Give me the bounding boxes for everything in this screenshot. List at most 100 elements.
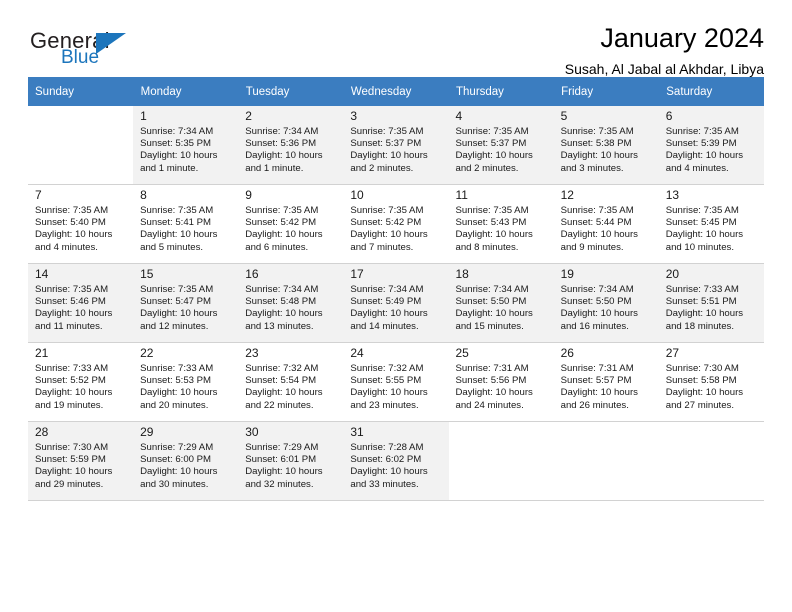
calendar-day-cell[interactable]: 21 Sunrise: 7:33 AM Sunset: 5:52 PM Dayligh… — [28, 342, 134, 422]
daylight-text-line2: and 4 minutes. — [35, 241, 98, 253]
calendar-day-cell[interactable]: 18 Sunrise: 7:34 AM Sunset: 5:50 PM Dayligh… — [448, 263, 554, 343]
calendar-day-cell[interactable]: 13 Sunrise: 7:35 AM Sunset: 5:45 PM Dayligh… — [658, 184, 764, 264]
daylight-text-line1: Daylight: 10 hours — [140, 308, 218, 320]
calendar-week-row: 21 Sunrise: 7:33 AM Sunset: 5:52 PM Dayligh… — [28, 342, 764, 422]
sunset-text: Sunset: 5:55 PM — [350, 375, 422, 387]
day-number: 20 — [665, 267, 680, 281]
calendar-day-cell[interactable]: 30 Sunrise: 7:29 AM Sunset: 6:01 PM Dayligh… — [238, 421, 344, 501]
calendar-day-cell[interactable]: 6 Sunrise: 7:35 AM Sunset: 5:39 PM Daylight… — [658, 106, 764, 185]
calendar-day-cell[interactable]: 11 Sunrise: 7:35 AM Sunset: 5:43 PM Dayligh… — [448, 184, 554, 264]
day-cell-content: 25 Sunrise: 7:31 AM Sunset: 5:56 PM Dayligh… — [449, 343, 554, 421]
calendar-day-cell[interactable]: 7 Sunrise: 7:35 AM Sunset: 5:40 PM Daylight… — [28, 184, 134, 264]
sunset-text: Sunset: 5:45 PM — [665, 217, 737, 229]
day-number: 30 — [245, 425, 259, 439]
calendar-day-cell[interactable]: 15 Sunrise: 7:35 AM Sunset: 5:47 PM Dayligh… — [133, 263, 239, 343]
day-sun-info: Sunrise: 7:30 AM Sunset: 5:59 PM Daylight:… — [35, 442, 129, 491]
daylight-text-line1: Daylight: 10 hours — [560, 387, 638, 399]
day-cell-content: 6 Sunrise: 7:35 AM Sunset: 5:39 PM Daylight… — [659, 106, 764, 184]
calendar-day-cell[interactable]: 17 Sunrise: 7:34 AM Sunset: 5:49 PM Dayligh… — [343, 263, 449, 343]
calendar-day-cell[interactable]: 28 Sunrise: 7:30 AM Sunset: 5:59 PM Dayligh… — [28, 421, 134, 501]
day-sun-info: Sunrise: 7:35 AM Sunset: 5:42 PM Daylight:… — [245, 205, 339, 254]
daylight-text-line2: and 14 minutes. — [350, 320, 419, 332]
day-sun-info: Sunrise: 7:34 AM Sunset: 5:49 PM Daylight:… — [350, 284, 444, 333]
calendar-day-cell[interactable]: 3 Sunrise: 7:35 AM Sunset: 5:37 PM Daylight… — [343, 106, 449, 185]
calendar-day-cell[interactable]: 5 Sunrise: 7:35 AM Sunset: 5:38 PM Daylight… — [553, 106, 659, 185]
calendar-day-cell[interactable]: 9 Sunrise: 7:35 AM Sunset: 5:42 PM Daylight… — [238, 184, 344, 264]
sunset-text: Sunset: 6:02 PM — [350, 454, 422, 466]
day-cell-content: 18 Sunrise: 7:34 AM Sunset: 5:50 PM Dayligh… — [449, 264, 554, 342]
calendar-day-cell[interactable]: 20 Sunrise: 7:33 AM Sunset: 5:51 PM Dayligh… — [658, 263, 764, 343]
day-cell-content: 9 Sunrise: 7:35 AM Sunset: 5:42 PM Daylight… — [238, 185, 343, 263]
sunset-text: Sunset: 5:49 PM — [350, 296, 422, 308]
day-cell-content: 15 Sunrise: 7:35 AM Sunset: 5:47 PM Dayligh… — [133, 264, 238, 342]
daylight-text-line2: and 5 minutes. — [140, 241, 204, 253]
sunset-text: Sunset: 5:40 PM — [35, 217, 106, 229]
daylight-text-line1: Daylight: 10 hours — [350, 387, 428, 399]
sunrise-text: Sunrise: 7:34 AM — [245, 284, 319, 295]
sunrise-text: Sunrise: 7:33 AM — [35, 363, 109, 374]
sunrise-text: Sunrise: 7:30 AM — [665, 363, 739, 374]
sunrise-text: Sunrise: 7:35 AM — [455, 126, 529, 137]
sunrise-sunset-calendar: Sunday Monday Tuesday Wednesday Thursday… — [28, 77, 765, 501]
calendar-day-cell[interactable]: 27 Sunrise: 7:30 AM Sunset: 5:58 PM Dayligh… — [658, 342, 764, 422]
calendar-day-cell[interactable]: 4 Sunrise: 7:35 AM Sunset: 5:37 PM Daylight… — [448, 106, 554, 185]
calendar-empty-cell — [658, 421, 764, 501]
day-number: 27 — [665, 346, 680, 360]
daylight-text-line1: Daylight: 10 hours — [560, 150, 638, 162]
day-sun-info: Sunrise: 7:34 AM Sunset: 5:36 PM Daylight:… — [245, 126, 339, 175]
location-subtitle: Susah, Al Jabal al Akhdar, Libya — [564, 61, 764, 77]
calendar-day-cell[interactable]: 29 Sunrise: 7:29 AM Sunset: 6:00 PM Dayligh… — [133, 421, 239, 501]
calendar-day-cell[interactable]: 14 Sunrise: 7:35 AM Sunset: 5:46 PM Dayligh… — [28, 263, 134, 343]
day-cell-content: 27 Sunrise: 7:30 AM Sunset: 5:58 PM Dayligh… — [659, 343, 764, 421]
daylight-text-line2: and 10 minutes. — [665, 241, 735, 253]
daylight-text-line2: and 2 minutes. — [350, 162, 414, 174]
daylight-text-line1: Daylight: 10 hours — [350, 229, 428, 241]
day-cell-content: 16 Sunrise: 7:34 AM Sunset: 5:48 PM Dayligh… — [238, 264, 343, 342]
calendar-day-cell[interactable]: 10 Sunrise: 7:35 AM Sunset: 5:42 PM Dayligh… — [343, 184, 449, 264]
weekday-header-sunday: Sunday — [28, 77, 134, 106]
calendar-day-cell[interactable]: 26 Sunrise: 7:31 AM Sunset: 5:57 PM Dayligh… — [553, 342, 659, 422]
daylight-text-line2: and 7 minutes. — [350, 241, 414, 253]
day-sun-info: Sunrise: 7:35 AM Sunset: 5:47 PM Daylight:… — [140, 284, 234, 333]
day-cell-content: 30 Sunrise: 7:29 AM Sunset: 6:01 PM Dayligh… — [238, 422, 343, 500]
day-cell-content: 4 Sunrise: 7:35 AM Sunset: 5:37 PM Daylight… — [449, 106, 554, 184]
sunrise-text: Sunrise: 7:31 AM — [455, 363, 529, 374]
day-sun-info: Sunrise: 7:31 AM Sunset: 5:56 PM Daylight:… — [456, 363, 550, 412]
calendar-week-row: 28 Sunrise: 7:30 AM Sunset: 5:59 PM Dayligh… — [28, 421, 764, 501]
daylight-text-line2: and 20 minutes. — [140, 399, 209, 411]
daylight-text-line1: Daylight: 10 hours — [35, 466, 113, 478]
day-cell-content — [659, 422, 764, 500]
calendar-day-cell[interactable]: 19 Sunrise: 7:34 AM Sunset: 5:50 PM Dayligh… — [553, 263, 659, 343]
sunrise-text: Sunrise: 7:31 AM — [560, 363, 634, 374]
daylight-text-line1: Daylight: 10 hours — [665, 387, 744, 399]
daylight-text-line1: Daylight: 10 hours — [665, 229, 744, 241]
calendar-day-cell[interactable]: 16 Sunrise: 7:34 AM Sunset: 5:48 PM Dayligh… — [238, 263, 344, 343]
day-number: 26 — [560, 346, 574, 360]
calendar-empty-cell — [448, 421, 554, 501]
calendar-day-cell[interactable]: 22 Sunrise: 7:33 AM Sunset: 5:53 PM Dayligh… — [133, 342, 239, 422]
day-cell-content: 14 Sunrise: 7:35 AM Sunset: 5:46 PM Dayligh… — [28, 264, 133, 342]
calendar-day-cell[interactable]: 23 Sunrise: 7:32 AM Sunset: 5:54 PM Dayligh… — [238, 342, 344, 422]
daylight-text-line2: and 1 minute. — [140, 162, 199, 174]
day-cell-content: 24 Sunrise: 7:32 AM Sunset: 5:55 PM Dayligh… — [343, 343, 448, 421]
calendar-day-cell[interactable]: 24 Sunrise: 7:32 AM Sunset: 5:55 PM Dayligh… — [343, 342, 449, 422]
calendar-day-cell[interactable]: 2 Sunrise: 7:34 AM Sunset: 5:36 PM Daylight… — [238, 106, 344, 185]
sunset-text: Sunset: 5:57 PM — [560, 375, 632, 387]
day-sun-info: Sunrise: 7:28 AM Sunset: 6:02 PM Daylight:… — [350, 442, 444, 491]
sunset-text: Sunset: 5:43 PM — [455, 217, 527, 229]
calendar-day-cell[interactable]: 31 Sunrise: 7:28 AM Sunset: 6:02 PM Dayligh… — [343, 421, 449, 501]
daylight-text-line2: and 27 minutes. — [665, 399, 735, 411]
general-blue-logo[interactable]: General Blue — [28, 28, 198, 76]
calendar-day-cell[interactable]: 1 Sunrise: 7:34 AM Sunset: 5:35 PM Daylight… — [133, 106, 239, 185]
calendar-day-cell[interactable]: 8 Sunrise: 7:35 AM Sunset: 5:41 PM Daylight… — [133, 184, 239, 264]
day-cell-content: 5 Sunrise: 7:35 AM Sunset: 5:38 PM Daylight… — [554, 106, 659, 184]
sunrise-text: Sunrise: 7:29 AM — [245, 442, 319, 453]
sunrise-text: Sunrise: 7:34 AM — [455, 284, 529, 295]
calendar-day-cell[interactable]: 25 Sunrise: 7:31 AM Sunset: 5:56 PM Dayligh… — [448, 342, 554, 422]
calendar-day-cell[interactable]: 12 Sunrise: 7:35 AM Sunset: 5:44 PM Dayligh… — [553, 184, 659, 264]
day-sun-info: Sunrise: 7:32 AM Sunset: 5:55 PM Daylight:… — [350, 363, 444, 412]
day-cell-content: 21 Sunrise: 7:33 AM Sunset: 5:52 PM Dayligh… — [28, 343, 133, 421]
day-number: 8 — [140, 188, 147, 202]
sunrise-text: Sunrise: 7:30 AM — [35, 442, 109, 453]
day-sun-info: Sunrise: 7:31 AM Sunset: 5:57 PM Daylight:… — [561, 363, 655, 412]
